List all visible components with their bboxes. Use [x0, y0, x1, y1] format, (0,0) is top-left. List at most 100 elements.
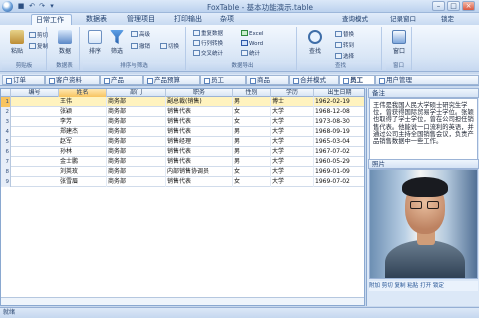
table-row[interactable]: 3 李芳 商务部 销售代表 女 大学 1973-08-30 [1, 117, 364, 127]
employee-name[interactable]: 孙林 [59, 147, 107, 157]
employee-name[interactable]: 赵军 [59, 137, 107, 147]
education[interactable]: 大学 [271, 147, 314, 157]
job-title[interactable]: 内部销售协调员 [166, 167, 233, 177]
replace-button[interactable]: 替换 [335, 31, 354, 39]
column-header-department[interactable]: 部门 [107, 89, 166, 97]
undo-icon[interactable]: ↶ [28, 2, 36, 10]
department[interactable]: 商务部 [107, 127, 166, 137]
gender[interactable]: 女 [233, 177, 271, 187]
close-button[interactable]: × [462, 1, 475, 11]
tab-print[interactable]: 打印输出 [170, 14, 211, 25]
memo-textbox[interactable]: 王伟是我国人民大学硕士研究生学位，曾获得国际贸易学士学位。张颖也取得了学士学位，… [369, 98, 478, 160]
department[interactable]: 商务部 [107, 107, 166, 117]
job-title[interactable]: 销售代表 [166, 177, 233, 187]
window-button[interactable]: 窗口 [390, 29, 408, 61]
education[interactable]: 大学 [271, 137, 314, 147]
minimize-button[interactable]: – [432, 1, 445, 11]
education[interactable]: 大学 [271, 107, 314, 117]
row-number[interactable]: 1 [1, 97, 11, 107]
education[interactable]: 大学 [271, 177, 314, 187]
employee-photo[interactable] [369, 169, 478, 279]
job-title[interactable]: 销售代表 [166, 107, 233, 117]
education[interactable]: 大学 [271, 127, 314, 137]
goto-button[interactable]: 转到 [335, 42, 354, 50]
birth-date[interactable]: 1969-07-02 [314, 177, 364, 187]
education[interactable]: 大学 [271, 157, 314, 167]
employee-name[interactable]: 张雪眉 [59, 177, 107, 187]
gender[interactable]: 女 [233, 107, 271, 117]
tab-misc[interactable]: 杂项 [216, 14, 241, 25]
job-title[interactable]: 销售代表 [166, 117, 233, 127]
photo-copy-link[interactable]: 复制 [395, 283, 406, 289]
photo-open-link[interactable]: 打开 [420, 283, 431, 289]
row-number[interactable]: 2 [1, 107, 11, 117]
toggle-filter-button[interactable]: 切换 [160, 43, 179, 51]
cut-button[interactable]: 剪切 [29, 32, 48, 40]
column-header-gender[interactable]: 性别 [233, 89, 271, 97]
doc-tab-orders[interactable]: 订单 [2, 75, 45, 85]
education[interactable]: 博士 [271, 97, 314, 107]
filter-button[interactable]: 筛选 [108, 29, 126, 61]
select-button[interactable]: 选择 [335, 53, 354, 61]
column-header-title[interactable]: 职务 [166, 89, 233, 97]
table-row[interactable]: 6 孙林 商务部 销售代表 男 大学 1967-07-02 [1, 147, 364, 157]
birth-date[interactable]: 1962-02-19 [314, 97, 364, 107]
doc-tab-customers[interactable]: 客户资料 [45, 75, 100, 85]
job-title[interactable]: 销售代表 [166, 127, 233, 137]
column-header-name[interactable]: 姓名 [59, 89, 107, 97]
birth-date[interactable]: 1968-12-08 [314, 107, 364, 117]
row-number[interactable]: 3 [1, 117, 11, 127]
paste-button[interactable]: 粘贴 [8, 29, 26, 61]
more-icon[interactable]: ▾ [48, 2, 56, 10]
row-number[interactable]: 5 [1, 137, 11, 147]
job-title[interactable]: 销售代表 [166, 157, 233, 167]
employee-name[interactable]: 王伟 [59, 97, 107, 107]
employee-name[interactable]: 张颖 [59, 107, 107, 117]
tab-project[interactable]: 管理项目 [123, 14, 163, 25]
app-orb-icon[interactable] [2, 1, 13, 12]
gender[interactable]: 男 [233, 97, 271, 107]
employee-name[interactable]: 李芳 [59, 117, 107, 127]
table-row[interactable]: 9 张雪眉 商务部 销售代表 女 大学 1969-07-02 [1, 177, 364, 187]
table-row[interactable]: 1 王伟 商务部 副总裁(销售) 男 博士 1962-02-19 [1, 97, 364, 107]
employee-table[interactable]: 编号 姓名 部门 职务 性别 学历 出生日期 1 王伟 商务部 副总裁(销售) … [0, 88, 365, 306]
photo-lock-checkbox[interactable]: 锁定 [433, 283, 444, 289]
table-row[interactable]: 2 张颖 商务部 销售代表 女 大学 1968-12-08 [1, 107, 364, 117]
employee-name[interactable]: 刘英玫 [59, 167, 107, 177]
doc-tab-staff[interactable]: 员工 [200, 75, 246, 85]
save-icon[interactable]: ■ [17, 2, 25, 10]
department[interactable]: 商务部 [107, 137, 166, 147]
sort-button[interactable]: 排序 [86, 29, 104, 61]
department[interactable]: 商务部 [107, 147, 166, 157]
crosstab-button[interactable]: 交叉统计 [193, 50, 223, 58]
birth-date[interactable]: 1967-07-02 [314, 147, 364, 157]
doc-tab-goods[interactable]: 商品 [246, 75, 289, 85]
copy-button[interactable]: 复制 [29, 43, 48, 51]
maximize-button[interactable]: □ [447, 1, 460, 11]
tab-table[interactable]: 数据表 [82, 14, 113, 25]
table-row[interactable]: 7 金士鹏 商务部 销售代表 男 大学 1960-05-29 [1, 157, 364, 167]
photo-attach-link[interactable]: 附加 [369, 283, 380, 289]
education[interactable]: 大学 [271, 167, 314, 177]
gender[interactable]: 男 [233, 137, 271, 147]
find-button[interactable]: 查找 [306, 29, 324, 61]
pivot-rows-button[interactable]: 行列转换 [193, 40, 223, 48]
column-header-birthdate[interactable]: 出生日期 [314, 89, 364, 97]
birth-date[interactable]: 1960-05-29 [314, 157, 364, 167]
birth-date[interactable]: 1969-01-09 [314, 167, 364, 177]
doc-tab-merge-mode[interactable]: 合并模式 [289, 75, 339, 85]
birth-date[interactable]: 1965-03-04 [314, 137, 364, 147]
advanced-filter-button[interactable]: 高级 [131, 31, 150, 39]
gender[interactable]: 男 [233, 147, 271, 157]
tab-home[interactable]: 日常工作 [31, 14, 72, 25]
job-title[interactable]: 销售经理 [166, 137, 233, 147]
employee-name[interactable]: 金士鹏 [59, 157, 107, 167]
record-window-button[interactable]: 记录窗口 [390, 15, 416, 24]
gender[interactable]: 男 [233, 127, 271, 137]
doc-tab-user-management[interactable]: 用户管理 [375, 75, 479, 85]
doc-tab-product-budget[interactable]: 产品预算 [143, 75, 200, 85]
data-button[interactable]: 数据 [56, 29, 74, 61]
birth-date[interactable]: 1973-08-30 [314, 117, 364, 127]
column-header-education[interactable]: 学历 [271, 89, 314, 97]
department[interactable]: 商务部 [107, 157, 166, 167]
